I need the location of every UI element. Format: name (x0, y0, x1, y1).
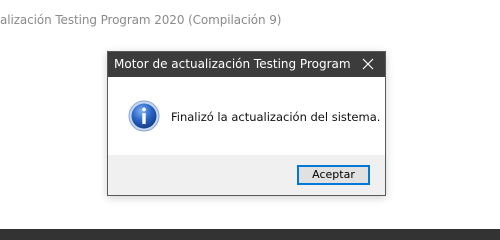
info-icon (128, 100, 160, 132)
update-dialog: Motor de actualización Testing Program F… (107, 51, 386, 196)
close-icon (362, 58, 374, 70)
dialog-body: Finalizó la actualización del sistema. (108, 77, 385, 155)
taskbar-strip (0, 229, 500, 240)
dialog-footer: Aceptar (108, 155, 385, 195)
accept-button[interactable]: Aceptar (297, 165, 370, 185)
dialog-titlebar[interactable]: Motor de actualización Testing Program (108, 52, 385, 77)
dialog-message: Finalizó la actualización del sistema. (171, 110, 381, 124)
dialog-title: Motor de actualización Testing Program (114, 57, 351, 71)
close-button[interactable] (351, 52, 385, 77)
background-window-title: alización Testing Program 2020 (Compilac… (0, 13, 282, 27)
